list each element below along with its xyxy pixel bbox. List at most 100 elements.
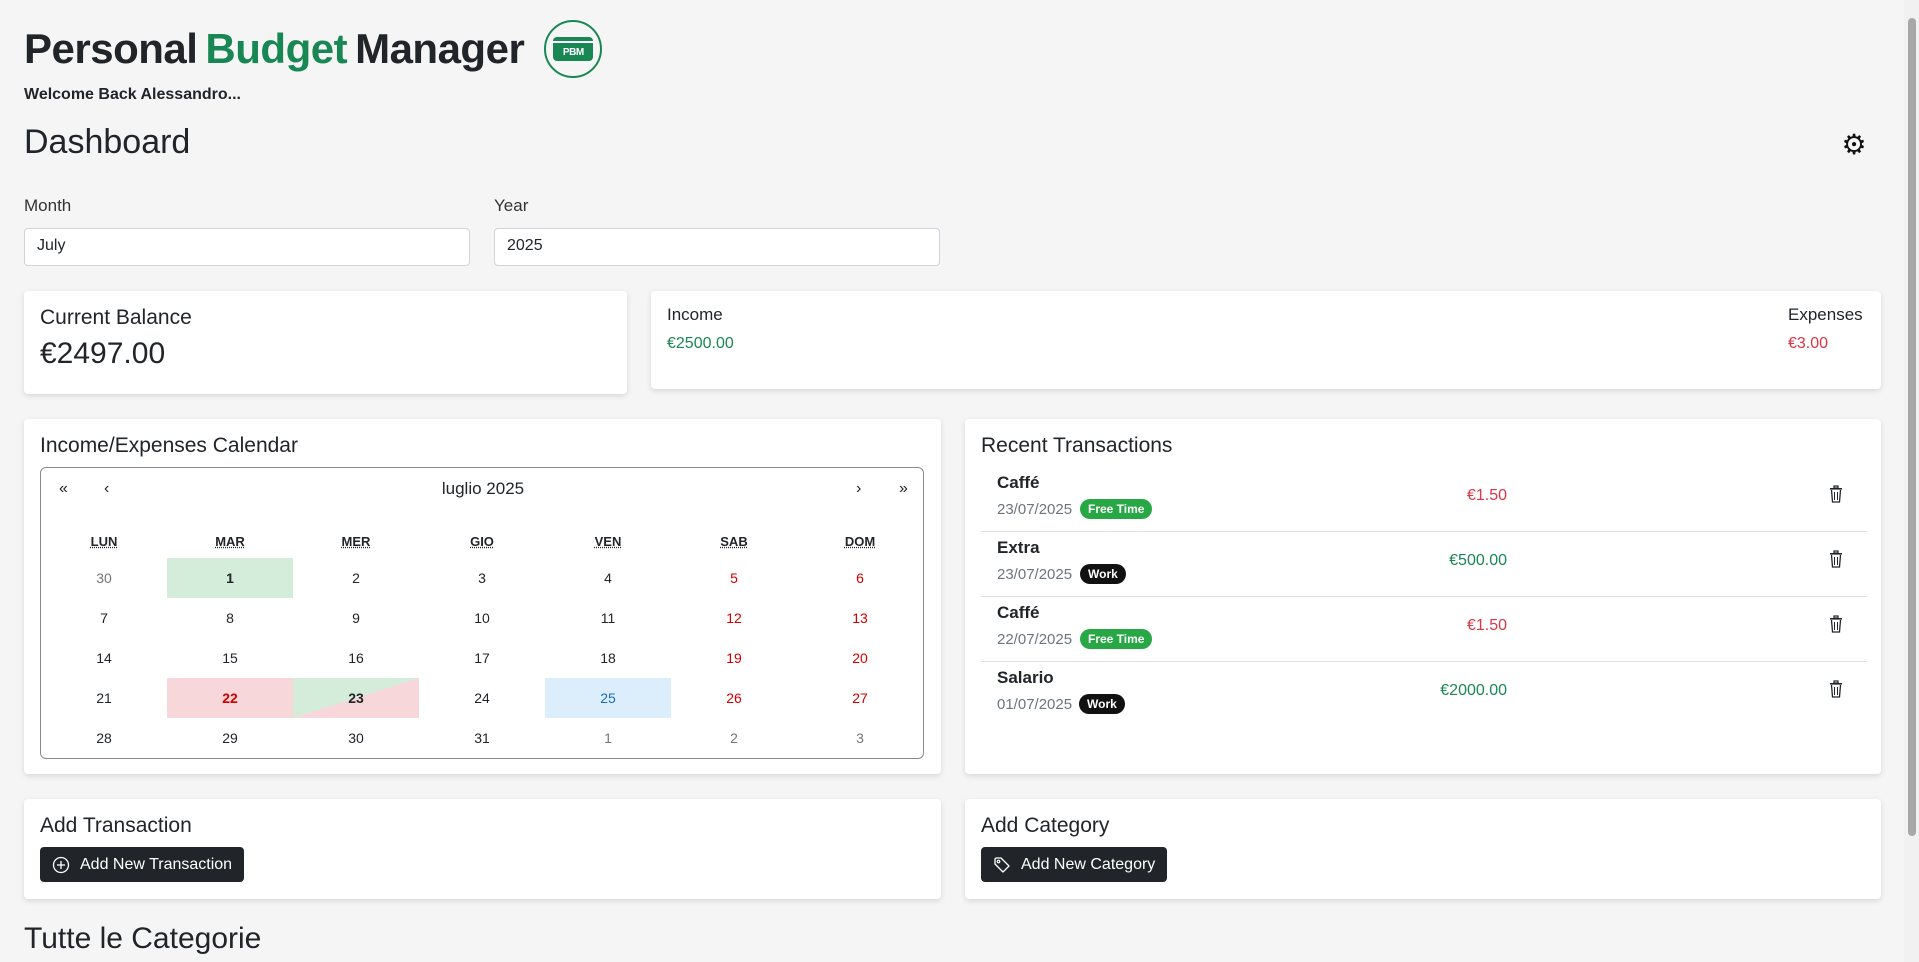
calendar-day[interactable]: 30 xyxy=(41,558,167,598)
transaction-date: 22/07/2025 xyxy=(997,631,1073,648)
year-label: Year xyxy=(494,196,529,215)
next-year-button[interactable]: » xyxy=(899,480,908,498)
calendar-day[interactable]: 17 xyxy=(419,638,545,678)
brand-word-manager: Manager xyxy=(355,25,525,72)
calendar-day[interactable]: 15 xyxy=(167,638,293,678)
calendar-day[interactable]: 28 xyxy=(41,718,167,758)
calendar-day[interactable]: 9 xyxy=(293,598,419,638)
calendar-day[interactable]: 23 xyxy=(293,678,419,718)
brand-word-budget: Budget xyxy=(205,25,348,72)
weekday-header: MER xyxy=(341,534,371,549)
recent-transactions-card: Recent Transactions Caffé 23/07/2025 Free … xyxy=(965,419,1881,774)
trash-icon[interactable] xyxy=(1829,485,1843,503)
calendar-day[interactable]: 27 xyxy=(797,678,923,718)
welcome-message: Welcome Back Alessandro... xyxy=(24,86,241,103)
calendar-month-label: luglio 2025 xyxy=(441,479,525,498)
transaction-amount: €1.50 xyxy=(1466,487,1507,504)
trash-icon[interactable] xyxy=(1829,615,1843,633)
calendar-day[interactable]: 19 xyxy=(671,638,797,678)
transaction-name: Caffé xyxy=(997,603,1040,622)
transaction-date: 23/07/2025 xyxy=(997,501,1073,518)
calendar-day[interactable]: 22 xyxy=(167,678,293,718)
balance-title: Current Balance xyxy=(40,306,192,329)
add-new-category-button[interactable]: Add New Category xyxy=(981,847,1168,882)
weekday-header: SAB xyxy=(720,534,748,549)
brand-word-personal: Personal xyxy=(24,25,198,72)
calendar-day[interactable]: 11 xyxy=(545,598,671,638)
income-value: €2500.00 xyxy=(667,335,734,352)
calendar-day[interactable]: 2 xyxy=(293,558,419,598)
plus-circle-icon xyxy=(52,856,70,873)
add-category-card: Add Category Add New Category xyxy=(965,799,1881,899)
calendar-day[interactable]: 4 xyxy=(545,558,671,598)
transaction-name: Extra xyxy=(997,538,1040,557)
add-transaction-card: Add Transaction Add New Transaction xyxy=(24,799,941,899)
income-label: Income xyxy=(667,305,723,324)
category-badge: Free Time xyxy=(1080,499,1153,519)
calendar-day[interactable]: 10 xyxy=(419,598,545,638)
calendar-day[interactable]: 18 xyxy=(545,638,671,678)
year-input[interactable]: 2025 xyxy=(494,228,940,266)
category-badge: Free Time xyxy=(1080,629,1153,649)
calendar-day[interactable]: 14 xyxy=(41,638,167,678)
prev-month-button[interactable]: ‹ xyxy=(104,480,109,498)
transaction-row: Extra 23/07/2025 Work €500.00 xyxy=(981,532,1867,597)
calendar-day[interactable]: 1 xyxy=(167,558,293,598)
calendar-day[interactable]: 25 xyxy=(545,678,671,718)
transaction-amount: €500.00 xyxy=(1449,552,1507,569)
scrollbar-thumb[interactable] xyxy=(1908,18,1916,836)
calendar-day[interactable]: 5 xyxy=(671,558,797,598)
wallet-logo-icon: PBM xyxy=(544,20,603,78)
add-transaction-title: Add Transaction xyxy=(40,814,192,837)
calendar-day[interactable]: 7 xyxy=(41,598,167,638)
weekday-header: VEN xyxy=(594,534,622,549)
calendar-card: Income/Expenses Calendar luglio 2025 « ‹… xyxy=(24,419,941,774)
calendar-day[interactable]: 2 xyxy=(671,718,797,758)
page-title: Dashboard xyxy=(24,123,191,161)
transaction-amount: €1.50 xyxy=(1466,617,1507,634)
calendar-day[interactable]: 1 xyxy=(545,718,671,758)
calendar-day[interactable]: 8 xyxy=(167,598,293,638)
transaction-amount: €2000.00 xyxy=(1440,682,1507,699)
weekday-header: LUN xyxy=(90,534,118,549)
calendar-day[interactable]: 6 xyxy=(797,558,923,598)
calendar-day[interactable]: 29 xyxy=(167,718,293,758)
calendar-day[interactable]: 12 xyxy=(671,598,797,638)
weekday-header: GIO xyxy=(470,534,494,549)
calendar-day[interactable]: 24 xyxy=(419,678,545,718)
month-select[interactable]: July xyxy=(24,228,470,266)
calendar-day[interactable]: 26 xyxy=(671,678,797,718)
month-label: Month xyxy=(24,196,72,215)
calendar-day[interactable]: 20 xyxy=(797,638,923,678)
weekday-header: DOM xyxy=(844,534,876,549)
trash-icon[interactable] xyxy=(1829,680,1843,698)
category-badge: Work xyxy=(1080,564,1126,584)
calendar-day[interactable]: 3 xyxy=(797,718,923,758)
calendar-day[interactable]: 21 xyxy=(41,678,167,718)
balance-value: €2497.00 xyxy=(40,337,166,370)
gear-icon[interactable]: ⚙ xyxy=(1841,131,1867,159)
categories-heading: Tutte le Categorie xyxy=(24,922,262,955)
transaction-name: Caffé xyxy=(997,473,1040,492)
transaction-row: Caffé 23/07/2025 Free Time €1.50 xyxy=(981,467,1867,532)
calendar: luglio 2025 « ‹ › » LUN MAR MER GIO VEN SAB DO… xyxy=(40,467,924,759)
add-new-transaction-button[interactable]: Add New Transaction xyxy=(40,847,245,882)
app-brand: Personal Budget Manager PBM xyxy=(24,20,603,78)
calendar-day[interactable]: 16 xyxy=(293,638,419,678)
calendar-day[interactable]: 31 xyxy=(419,718,545,758)
add-new-transaction-label: Add New Transaction xyxy=(80,855,233,873)
current-balance-card: Current Balance €2497.00 xyxy=(24,291,627,394)
prev-year-button[interactable]: « xyxy=(59,480,68,498)
calendar-day[interactable]: 13 xyxy=(797,598,923,638)
transaction-row: Salario 01/07/2025 Work €2000.00 xyxy=(981,662,1867,727)
calendar-day[interactable]: 30 xyxy=(293,718,419,758)
calendar-day[interactable]: 3 xyxy=(419,558,545,598)
transactions-title: Recent Transactions xyxy=(981,434,1173,457)
trash-icon[interactable] xyxy=(1829,550,1843,568)
page-scrollbar[interactable] xyxy=(1904,0,1919,962)
transaction-name: Salario xyxy=(997,668,1054,687)
calendar-title: Income/Expenses Calendar xyxy=(40,434,298,457)
income-expenses-card: Income €2500.00 Expenses €3.00 xyxy=(651,291,1881,389)
category-badge: Work xyxy=(1079,694,1125,714)
next-month-button[interactable]: › xyxy=(856,480,861,498)
